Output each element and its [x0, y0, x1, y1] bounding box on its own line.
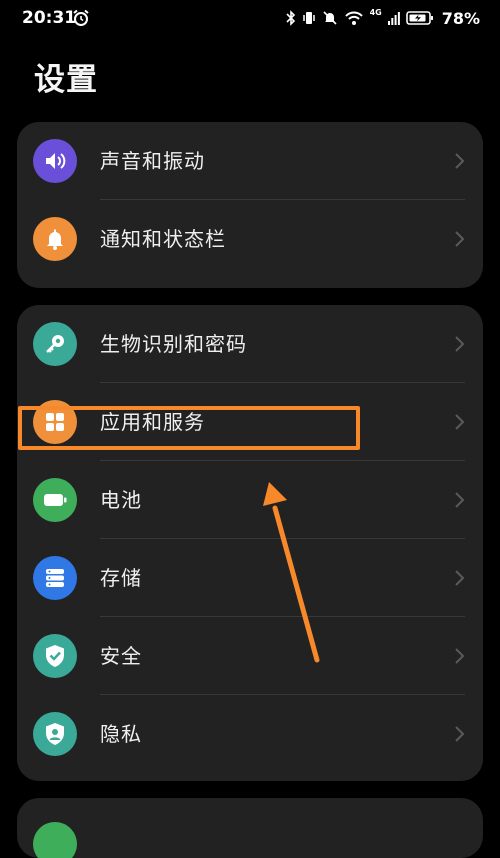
page-title: 设置	[34, 62, 98, 98]
signal-icon	[387, 12, 400, 25]
settings-item-biometrics-password[interactable]: 生物识别和密码	[17, 305, 483, 383]
shield-check-icon	[33, 634, 77, 678]
settings-item-label: 声音和振动	[100, 149, 205, 173]
mute-icon	[322, 11, 337, 25]
settings-item-label: 安全	[100, 644, 142, 668]
bell-icon	[33, 217, 77, 261]
chevron-right-icon	[455, 492, 465, 508]
settings-item-label: 生物识别和密码	[100, 332, 247, 356]
settings-item-sound-vibration[interactable]: 声音和振动	[17, 122, 483, 200]
settings-item-notifications-status-bar[interactable]: 通知和状态栏	[17, 200, 483, 278]
storage-icon	[33, 556, 77, 600]
settings-item-security[interactable]: 安全	[17, 617, 483, 695]
privacy-icon	[33, 712, 77, 756]
settings-item-partial-icon	[33, 822, 77, 858]
settings-group-system: 生物识别和密码 应用和服务 电池 存储 安全 隐私	[17, 305, 483, 781]
battery-icon	[33, 478, 77, 522]
signal-type: 4G	[369, 7, 382, 17]
chevron-right-icon	[455, 570, 465, 586]
settings-item-label: 隐私	[100, 722, 142, 746]
battery-icon	[405, 11, 433, 25]
highlight-box	[18, 406, 360, 450]
alarm-icon	[73, 9, 89, 26]
vibrate-icon	[302, 12, 315, 24]
settings-item-label: 电池	[100, 488, 142, 512]
wifi-icon	[344, 11, 363, 25]
settings-item-label: 通知和状态栏	[100, 227, 226, 251]
status-bar: 20:31 4G 78%	[0, 0, 500, 38]
battery-percentage: 78%	[441, 8, 480, 28]
speaker-icon	[33, 139, 77, 183]
annotation-arrow	[263, 482, 320, 663]
settings-item-battery[interactable]: 电池	[17, 461, 483, 539]
status-time: 20:31	[22, 8, 77, 28]
chevron-right-icon	[455, 648, 465, 664]
bluetooth-icon	[285, 10, 295, 26]
settings-group-sound-notifications: 声音和振动 通知和状态栏	[17, 122, 483, 288]
status-icons: 4G 78%	[285, 7, 480, 28]
chevron-right-icon	[455, 153, 465, 169]
chevron-right-icon	[455, 231, 465, 247]
settings-group-more	[17, 798, 483, 858]
settings-item-label: 存储	[100, 566, 142, 590]
chevron-right-icon	[455, 336, 465, 352]
key-icon	[33, 322, 77, 366]
settings-item-storage[interactable]: 存储	[17, 539, 483, 617]
chevron-right-icon	[455, 414, 465, 430]
settings-item-privacy[interactable]: 隐私	[17, 695, 483, 773]
chevron-right-icon	[455, 726, 465, 742]
